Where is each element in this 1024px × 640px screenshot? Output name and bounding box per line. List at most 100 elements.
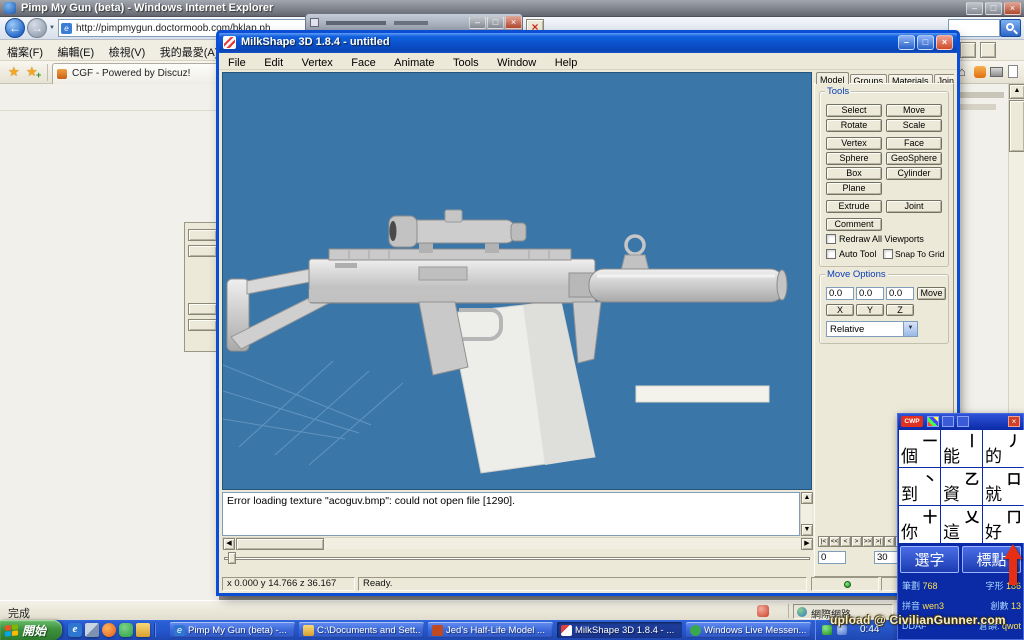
axis-y-button[interactable]: Y [856, 304, 884, 316]
anim-last-frame-button[interactable]: >| [873, 536, 884, 547]
anim-next-frame-button[interactable]: > [851, 536, 862, 547]
axis-z-button[interactable]: Z [886, 304, 914, 316]
ie-toolbar-icon-1[interactable] [960, 42, 976, 58]
favorites-star-icon[interactable]: ★ [8, 64, 20, 80]
forward-button[interactable]: → [27, 18, 47, 38]
messenger-icon[interactable] [119, 623, 133, 637]
log-scroll-down[interactable]: ▼ [801, 524, 813, 536]
select-tool-button[interactable]: Select [826, 104, 882, 117]
scroll-up-button[interactable]: ▲ [1009, 84, 1024, 99]
ms-menu-animate[interactable]: Animate [387, 56, 441, 70]
bg-window-minimize[interactable]: – [469, 16, 486, 29]
ms-maximize-button[interactable]: □ [917, 35, 934, 50]
scroll-thumb[interactable] [1009, 100, 1024, 152]
extrude-tool-button[interactable]: Extrude [826, 200, 882, 213]
scale-tool-button[interactable]: Scale [886, 119, 942, 132]
home-icon[interactable]: ⌂ [958, 64, 966, 79]
dialog-button-3[interactable] [188, 303, 217, 315]
red-up-arrow-icon[interactable] [1004, 544, 1022, 590]
ime-key-4[interactable]: 到丶 [899, 468, 940, 505]
show-desktop-icon[interactable] [85, 623, 99, 637]
feeds-icon[interactable] [974, 66, 986, 78]
log-scroll-left[interactable]: ◀ [223, 538, 235, 550]
cylinder-tool-button[interactable]: Cylinder [886, 167, 942, 180]
bg-window-close[interactable]: × [505, 16, 522, 29]
animation-timeline[interactable] [222, 551, 812, 565]
ime-key-5[interactable]: 資乙 [941, 468, 982, 505]
log-hscroll-thumb[interactable] [236, 538, 324, 550]
dialog-button-4[interactable] [188, 319, 217, 331]
ime-close-button[interactable]: × [1008, 416, 1020, 427]
ie-menu-view[interactable]: 檢視(V) [109, 47, 146, 59]
page-icon[interactable] [1008, 65, 1018, 78]
ime-key-7[interactable]: 你十 [899, 506, 940, 543]
ms-menu-file[interactable]: File [221, 56, 253, 70]
dialog-button-1[interactable] [188, 229, 217, 241]
ie-menu-favorites[interactable]: 我的最愛(A) [160, 47, 219, 59]
move-x-field[interactable] [826, 287, 854, 300]
taskbar-item-jeds-hlmv[interactable]: Jed's Half-Life Model ... [428, 622, 553, 638]
taskbar-item-milkshape[interactable]: MilkShape 3D 1.8.4 - ... [557, 622, 682, 638]
back-button[interactable]: ← [5, 18, 25, 38]
anim-next-keyframe-button[interactable]: >> [862, 536, 873, 547]
timeline-thumb[interactable] [228, 552, 236, 564]
anim-prev-keyframe-button[interactable]: << [829, 536, 840, 547]
log-horizontal-scrollbar[interactable]: ◀ ▶ [222, 537, 812, 549]
3d-viewport[interactable] [222, 72, 812, 490]
print-icon[interactable] [990, 67, 1003, 77]
ms-menu-vertex[interactable]: Vertex [295, 56, 340, 70]
folder-icon[interactable] [136, 623, 150, 637]
ie-maximize-button[interactable]: □ [985, 2, 1002, 15]
ime-minimize-button[interactable] [957, 416, 969, 427]
redraw-all-viewports-checkbox[interactable] [826, 234, 836, 244]
ms-menu-tools[interactable]: Tools [446, 56, 486, 70]
face-tool-button[interactable]: Face [886, 137, 942, 150]
ime-key-6[interactable]: 就口 [983, 468, 1024, 505]
ie-toolbar-icon-2[interactable] [980, 42, 996, 58]
ms-minimize-button[interactable]: – [898, 35, 915, 50]
log-scroll-right[interactable]: ▶ [801, 538, 813, 550]
ms-menu-help[interactable]: Help [548, 56, 585, 70]
search-button[interactable] [1000, 19, 1021, 37]
history-dropdown-icon[interactable]: ▼ [49, 25, 55, 31]
move-y-field[interactable] [856, 287, 884, 300]
ie-quicklaunch-icon[interactable]: e [68, 623, 82, 637]
ime-select-word-button[interactable]: 選字 [900, 546, 959, 573]
snap-to-grid-checkbox[interactable] [883, 249, 893, 259]
taskbar-item-pimp-my-gun[interactable]: e Pimp My Gun (beta) -... [170, 622, 295, 638]
move-tool-button[interactable]: Move [886, 104, 942, 117]
rotate-tool-button[interactable]: Rotate [826, 119, 882, 132]
sphere-tool-button[interactable]: Sphere [826, 152, 882, 165]
comment-tool-button[interactable]: Comment [826, 218, 882, 231]
bg-window-maximize[interactable]: □ [487, 16, 504, 29]
anim-first-frame-button[interactable]: |< [818, 536, 829, 547]
ie-menu-edit[interactable]: 編輯(E) [58, 47, 95, 59]
vertex-tool-button[interactable]: Vertex [826, 137, 882, 150]
anim-start-frame-field[interactable] [818, 551, 846, 564]
ms-close-button[interactable]: × [936, 35, 953, 50]
anim-play-back-button[interactable]: < [884, 536, 895, 547]
ms-menu-window[interactable]: Window [490, 56, 543, 70]
log-vertical-scrollbar[interactable]: ▲ ▼ [800, 492, 812, 536]
ime-key-9[interactable]: 好冂 [983, 506, 1024, 543]
taskbar-item-messenger[interactable]: Windows Live Messen... [686, 622, 811, 638]
milkshape-titlebar[interactable]: MilkShape 3D 1.8.4 - untitled – □ × [219, 33, 957, 53]
move-z-field[interactable] [886, 287, 914, 300]
dropdown-arrow-icon[interactable]: ▼ [903, 322, 917, 336]
anim-prev-frame-button[interactable]: < [840, 536, 851, 547]
move-apply-button[interactable]: Move [917, 287, 946, 300]
ime-titlebar[interactable]: CWP × [898, 414, 1023, 430]
media-player-icon[interactable] [102, 623, 116, 637]
auto-tool-checkbox[interactable] [826, 249, 836, 259]
start-button[interactable]: 開始 [0, 620, 62, 640]
dialog-button-2[interactable] [188, 245, 217, 257]
ms-menu-face[interactable]: Face [344, 56, 382, 70]
taskbar-item-explorer[interactable]: C:\Documents and Sett... [299, 622, 424, 638]
ie-menu-file[interactable]: 檔案(F) [7, 47, 43, 59]
geosphere-tool-button[interactable]: GeoSphere [886, 152, 942, 165]
ime-key-3[interactable]: 的丿 [983, 430, 1024, 467]
ie-close-button[interactable]: × [1004, 2, 1021, 15]
move-mode-dropdown[interactable]: Relative ▼ [826, 321, 918, 337]
message-log[interactable]: Error loading texture "acoguv.bmp": coul… [222, 492, 800, 536]
ime-mode-icon[interactable] [927, 416, 939, 427]
